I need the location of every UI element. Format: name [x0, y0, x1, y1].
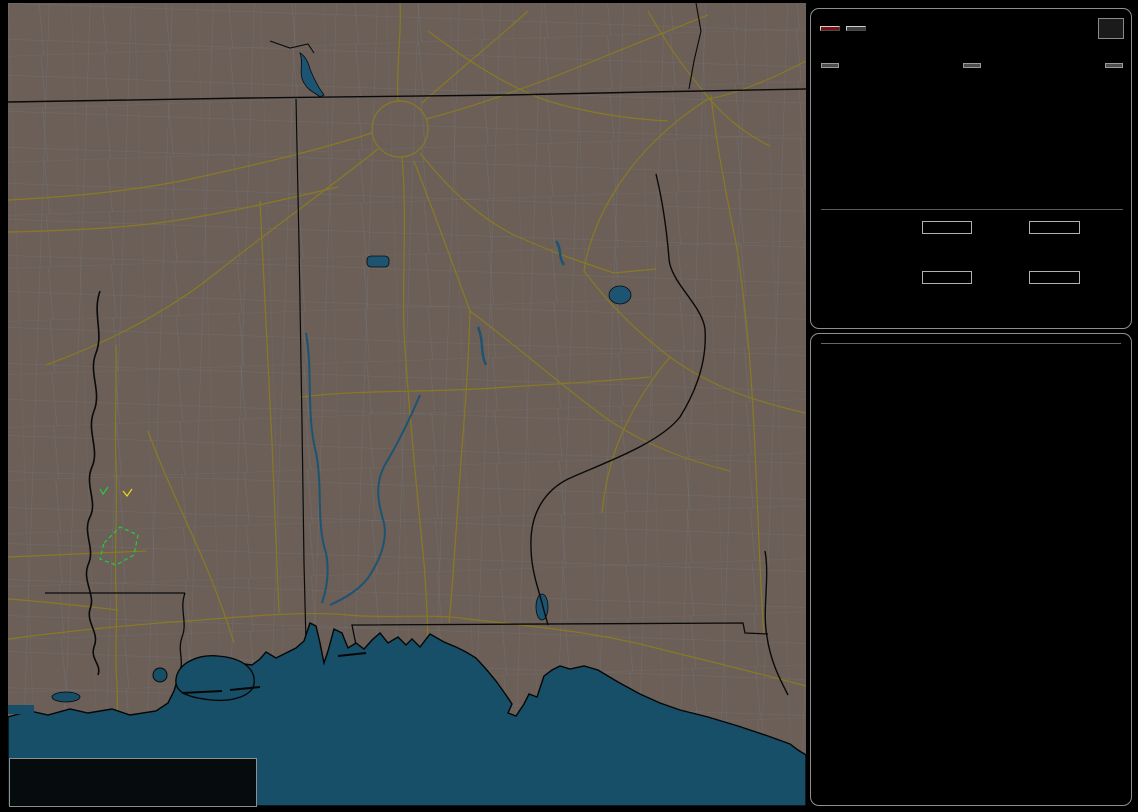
cloud-ground-row: [821, 215, 1123, 239]
bearing-readout: [1098, 17, 1124, 39]
strikes-per-min-value: [821, 68, 922, 112]
cg-neg-bar: [1029, 220, 1080, 234]
legend-recent-row: [10, 774, 256, 789]
close-per-min-value: [922, 68, 1023, 112]
ic-neg-bar: [1029, 270, 1080, 284]
app-window: { "map": { "copyright": "©2005 Astrogeni…: [0, 0, 1138, 812]
map-legend: [9, 758, 257, 807]
trend-graph-header: [821, 516, 835, 531]
datetime-display: [821, 338, 1121, 344]
radar-map[interactable]: [8, 3, 806, 807]
ic-count-row: [821, 289, 1123, 315]
status-panel: [810, 333, 1132, 806]
strike-stats-panel: [810, 8, 1132, 329]
distribution-header: [821, 207, 1123, 210]
rate-counters: [821, 63, 1124, 117]
total-strikes-value: [821, 114, 922, 117]
strike-button[interactable]: [820, 25, 840, 31]
noises-per-min-value: [1022, 68, 1123, 112]
total-close-value: [922, 114, 1023, 117]
total-noises-value: [1022, 114, 1123, 117]
trend-graph: [814, 534, 1126, 800]
session-stats-grid: [821, 464, 1125, 504]
close-counter-col: [922, 63, 1023, 117]
ic-pos-bar: [921, 270, 973, 284]
receiver-status-grid: [821, 378, 1125, 438]
cg-count-row: [821, 239, 1123, 265]
intracloud-row: [821, 265, 1123, 289]
strikes-counter-col: [821, 63, 922, 117]
lightning-distribution: [821, 207, 1123, 315]
cg-pos-bar: [921, 220, 973, 234]
map-canvas: [8, 3, 806, 806]
noises-counter-col: [1022, 63, 1124, 117]
legend-header-row: [10, 759, 256, 774]
legend-old-row: [10, 789, 256, 804]
noise-button[interactable]: [846, 25, 866, 31]
